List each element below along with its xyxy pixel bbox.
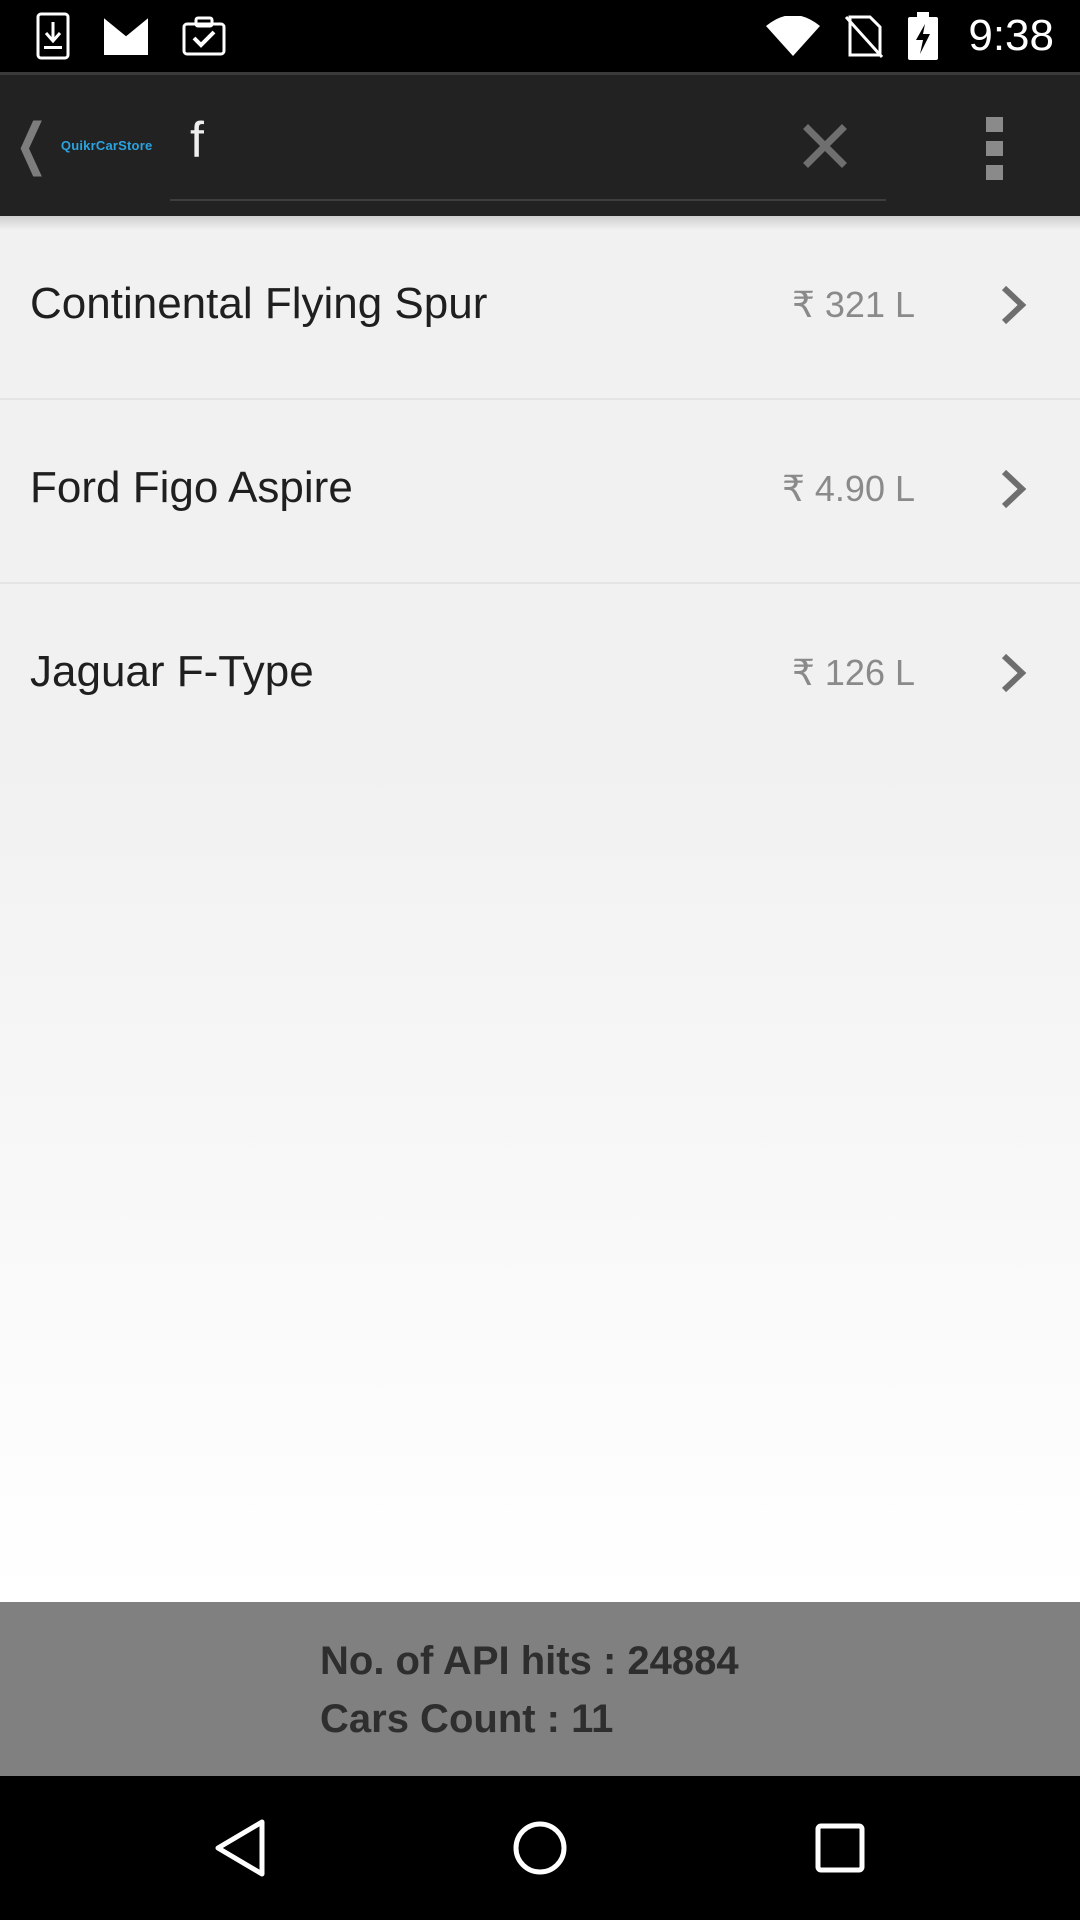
clipboard-check-icon	[182, 16, 226, 56]
close-icon	[803, 124, 847, 168]
car-name: Ford Figo Aspire	[30, 463, 353, 512]
clock: 9:38	[968, 11, 1054, 60]
list-item[interactable]: Jaguar F-Type ₹ 126 L	[0, 584, 1080, 768]
car-name: Continental Flying Spur	[30, 279, 488, 328]
no-sim-icon	[844, 13, 884, 59]
car-price: ₹ 126 L	[792, 652, 915, 693]
results-list: Continental Flying Spur ₹ 321 L Ford Fig…	[0, 216, 1080, 768]
back-triangle-icon	[215, 1819, 265, 1877]
action-bar: ❮ QuikrCarStore	[0, 72, 1080, 216]
api-hits-label: No. of API hits : 24884	[320, 1639, 739, 1683]
recents-square-icon	[815, 1823, 865, 1873]
overflow-menu-button[interactable]	[975, 113, 1015, 183]
chevron-right-icon	[998, 284, 1028, 331]
wifi-icon	[766, 16, 821, 56]
list-item[interactable]: Continental Flying Spur ₹ 321 L	[0, 216, 1080, 400]
chevron-right-icon	[998, 652, 1028, 699]
download-icon	[36, 12, 70, 60]
car-name: Jaguar F-Type	[30, 647, 314, 696]
status-bar: 9:38	[0, 0, 1080, 72]
battery-charging-icon	[908, 12, 939, 60]
back-chevron-icon: ❮	[15, 112, 48, 177]
recents-button[interactable]	[800, 1812, 880, 1884]
home-button[interactable]	[500, 1812, 580, 1884]
up-button[interactable]: ❮ QuikrCarStore	[8, 115, 152, 175]
clear-search-button[interactable]	[800, 121, 850, 171]
cars-count-label: Cars Count : 11	[320, 1697, 614, 1741]
car-price: ₹ 321 L	[792, 284, 915, 325]
more-vert-icon	[986, 117, 1003, 180]
list-item[interactable]: Ford Figo Aspire ₹ 4.90 L	[0, 400, 1080, 584]
chevron-right-icon	[998, 468, 1028, 515]
search-input[interactable]	[190, 105, 750, 175]
stats-footer: No. of API hits : 24884 Cars Count : 11	[0, 1602, 1080, 1776]
home-circle-icon	[513, 1821, 567, 1875]
gmail-icon	[104, 17, 148, 55]
car-price: ₹ 4.90 L	[782, 468, 915, 509]
back-button[interactable]	[200, 1812, 280, 1884]
navigation-bar	[0, 1776, 1080, 1920]
search-box	[170, 85, 886, 201]
app-logo: QuikrCarStore	[60, 137, 153, 153]
empty-area	[0, 764, 1080, 1602]
